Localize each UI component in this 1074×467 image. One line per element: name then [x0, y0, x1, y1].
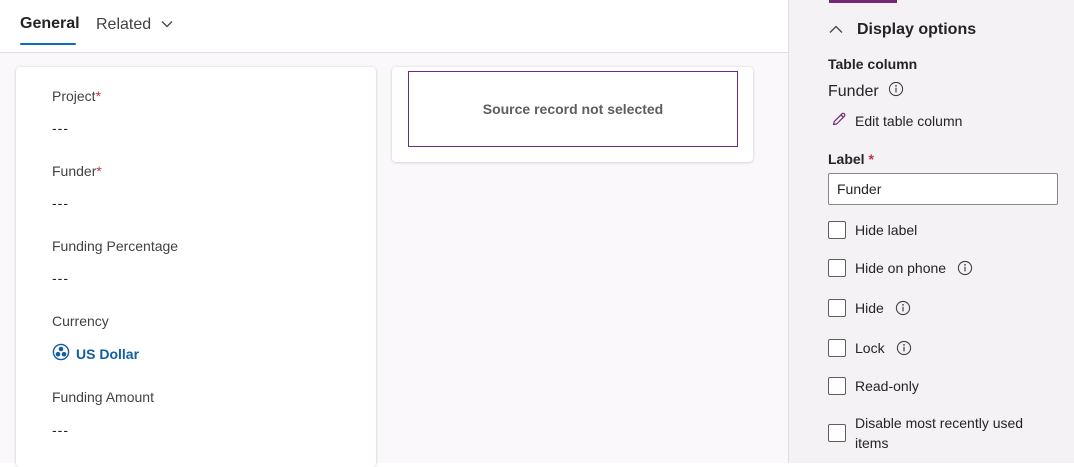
hide-checkbox-row[interactable]: Hide	[828, 299, 911, 317]
edit-table-column-button[interactable]: Edit table column	[831, 111, 962, 130]
chevron-up-icon	[829, 21, 843, 39]
field-label: Project	[52, 88, 96, 104]
label-heading-text: Label	[828, 151, 865, 167]
checkbox-label: Lock	[855, 340, 885, 356]
form-canvas: General Related Project* --- Funder* ---…	[0, 0, 788, 467]
hide-on-phone-checkbox[interactable]	[828, 259, 846, 277]
tab-general-label: General	[20, 15, 80, 32]
lock-checkbox[interactable]	[828, 339, 846, 357]
checkbox-label: Hide label	[855, 222, 918, 238]
disable-mru-checkbox-row[interactable]: Disable most recently used items	[828, 413, 1045, 453]
field-funding-percentage-value: ---	[52, 270, 69, 286]
read-only-checkbox-row[interactable]: Read-only	[828, 377, 919, 395]
field-funding-amount[interactable]: Funding Amount	[52, 389, 154, 405]
currency-icon	[52, 343, 70, 364]
panel-tab-accent	[829, 0, 897, 3]
column-name: Funder	[828, 81, 904, 102]
hide-label-checkbox-row[interactable]: Hide label	[828, 221, 917, 239]
checkbox-label: Read-only	[855, 378, 919, 394]
hide-on-phone-checkbox-row[interactable]: Hide on phone	[828, 259, 973, 277]
field-funder[interactable]: Funder*	[52, 163, 102, 179]
field-project-value: ---	[52, 120, 69, 136]
currency-lookup-link[interactable]: US Dollar	[52, 343, 139, 364]
field-project[interactable]: Project*	[52, 88, 101, 104]
disable-mru-checkbox[interactable]	[828, 424, 846, 442]
checkbox-label: Hide on phone	[855, 260, 947, 276]
currency-lookup-value: US Dollar	[76, 345, 140, 362]
form-section-card: Project* --- Funder* --- Funding Percent…	[16, 67, 376, 467]
field-currency[interactable]: Currency	[52, 313, 109, 329]
required-marker: *	[96, 163, 102, 179]
info-icon[interactable]	[895, 300, 911, 316]
required-marker: *	[868, 151, 874, 167]
label-heading: Label *	[828, 151, 874, 167]
field-label: Funder	[52, 163, 97, 179]
source-record-card: Source record not selected	[392, 67, 753, 162]
chevron-down-icon	[161, 14, 173, 34]
tab-related-label: Related	[96, 16, 152, 33]
field-funder-value: ---	[52, 195, 69, 211]
table-column-heading: Table column	[828, 56, 918, 72]
form-tab-bar: General Related	[0, 0, 788, 53]
checkbox-label: Hide	[855, 300, 884, 316]
source-record-placeholder[interactable]: Source record not selected	[408, 71, 738, 147]
field-label: Currency	[52, 313, 109, 329]
read-only-checkbox[interactable]	[828, 377, 846, 395]
properties-panel: Display options Table column Funder Edit…	[788, 0, 1074, 463]
field-label: Funding Amount	[52, 389, 154, 405]
required-marker: *	[95, 88, 102, 104]
display-options-header[interactable]: Display options	[829, 21, 976, 39]
field-funding-amount-value: ---	[52, 422, 69, 438]
hide-checkbox[interactable]	[828, 299, 846, 317]
source-record-message: Source record not selected	[482, 101, 664, 117]
edit-table-column-label: Edit table column	[855, 112, 963, 129]
column-name-text: Funder	[828, 82, 879, 100]
hide-label-checkbox[interactable]	[828, 221, 846, 239]
field-funding-percentage[interactable]: Funding Percentage	[52, 238, 178, 254]
tab-general-underline	[20, 43, 76, 45]
info-icon[interactable]	[896, 340, 912, 356]
checkbox-label: Disable most recently used items	[855, 415, 1024, 451]
tab-related[interactable]: Related	[96, 14, 173, 35]
section-title: Display options	[857, 21, 977, 38]
lock-checkbox-row[interactable]: Lock	[828, 339, 912, 357]
tab-general[interactable]: General	[20, 14, 80, 34]
info-icon[interactable]	[957, 260, 973, 276]
field-label: Funding Percentage	[52, 238, 179, 254]
label-input[interactable]	[828, 173, 1058, 205]
pencil-icon	[831, 111, 847, 130]
info-icon[interactable]	[888, 81, 904, 102]
